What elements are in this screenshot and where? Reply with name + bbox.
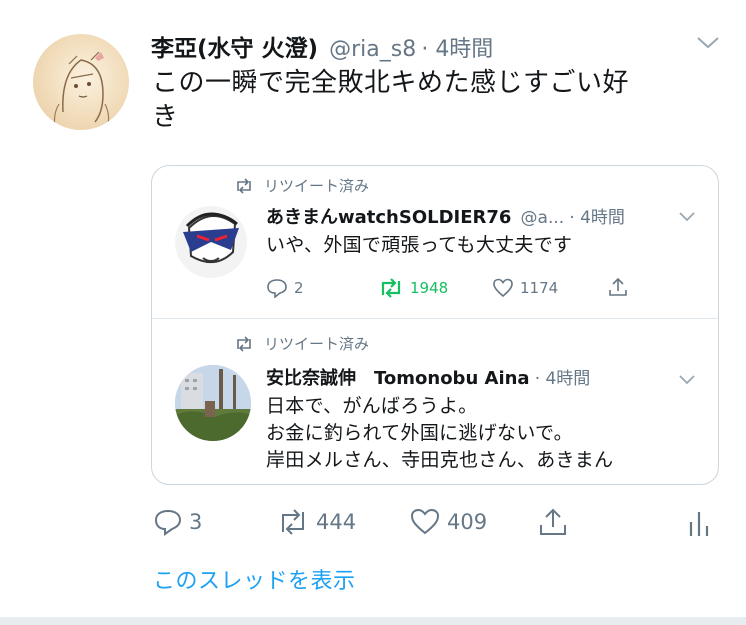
- quoted-share-button[interactable]: [607, 276, 629, 298]
- like-button[interactable]: 409: [409, 508, 487, 536]
- like-count: 409: [447, 510, 488, 534]
- quoted-reply-button[interactable]: 2: [266, 278, 304, 298]
- quoted-avatar-2[interactable]: [175, 365, 251, 441]
- share-icon: [540, 508, 566, 535]
- bottom-divider: [0, 617, 746, 625]
- retweet-button[interactable]: 444: [276, 508, 356, 536]
- retweeted-label: リツイート済み: [264, 177, 370, 195]
- quoted-text-line: 日本で、がんばろうよ。: [266, 395, 478, 417]
- reply-icon: [267, 279, 287, 298]
- reply-button[interactable]: 3: [153, 508, 202, 536]
- quoted-author-name[interactable]: あきまんwatchSOLDIER76: [266, 207, 511, 228]
- retweeted-indicator: リツイート済み: [234, 175, 369, 196]
- quoted-header-2: 安比奈誠伸 Tomonobu Aina · 4時間: [266, 364, 590, 390]
- quoted-time[interactable]: · 4時間: [569, 208, 625, 228]
- author-name[interactable]: 李亞(水守 火澄): [151, 36, 318, 62]
- retweet-icon: [237, 177, 251, 194]
- retweet-icon: [381, 278, 401, 298]
- quoted-time[interactable]: · 4時間: [535, 369, 591, 389]
- card-divider: [152, 318, 718, 319]
- quoted-text-line: お金に釣られて外国に逃げないで。: [266, 422, 573, 444]
- tweet-header: 李亞(水守 火澄) @ria_s8 · 4時間: [151, 29, 493, 63]
- chevron-down-icon[interactable]: [678, 371, 696, 390]
- quoted-header-1: あきまんwatchSOLDIER76 @a... · 4時間: [266, 203, 625, 229]
- quoted-avatar-1[interactable]: [175, 206, 247, 278]
- author-handle[interactable]: @ria_s8: [329, 37, 416, 62]
- share-button[interactable]: [537, 506, 569, 538]
- quoted-author-name[interactable]: 安比奈誠伸 Tomonobu Aina: [266, 368, 530, 389]
- tweet-time[interactable]: · 4時間: [421, 37, 493, 62]
- retweet-count: 444: [316, 510, 357, 534]
- quoted-retweet-button[interactable]: 1948: [378, 278, 448, 298]
- heart-icon: [493, 278, 513, 298]
- show-thread-link[interactable]: このスレッドを表示: [153, 563, 356, 595]
- quoted-author-handle[interactable]: @a...: [521, 208, 565, 228]
- reply-icon: [154, 509, 182, 536]
- quoted-text: 日本で、がんばろうよ。 お金に釣られて外国に逃げないで。 岸田メルさん、寺田克也…: [266, 393, 706, 474]
- chevron-down-icon[interactable]: [678, 208, 696, 227]
- chevron-down-icon[interactable]: [696, 32, 720, 57]
- analytics-icon[interactable]: [688, 510, 710, 538]
- retweeted-indicator: リツイート済み: [234, 333, 369, 354]
- quoted-like-button[interactable]: 1174: [492, 278, 558, 298]
- quoted-text-line: 岸田メルさん、寺田克也さん、あきまん: [266, 449, 614, 471]
- retweeted-label: リツイート済み: [264, 335, 370, 353]
- share-icon: [609, 277, 627, 296]
- retweet-icon: [237, 335, 251, 352]
- retweet-icon: [282, 509, 304, 535]
- quoted-retweet-count: 1948: [410, 279, 449, 297]
- quoted-text: いや、外国で頑張っても大丈夫です: [266, 234, 573, 256]
- author-avatar[interactable]: [33, 34, 129, 130]
- quoted-reply-count: 2: [294, 279, 304, 297]
- reply-count: 3: [189, 510, 203, 534]
- heart-icon: [410, 508, 440, 535]
- tweet-text-line: き: [152, 102, 179, 132]
- tweet-text-line: この一瞬で完全敗北キめた感じすごい好: [152, 68, 630, 98]
- tweet-text: この一瞬で完全敗北キめた感じすごい好 き: [152, 66, 712, 134]
- quoted-like-count: 1174: [520, 279, 559, 297]
- quoted-thread-card[interactable]: リツイート済み あきまんwatchSOLDIER76 @a... · 4時間 い…: [151, 165, 719, 485]
